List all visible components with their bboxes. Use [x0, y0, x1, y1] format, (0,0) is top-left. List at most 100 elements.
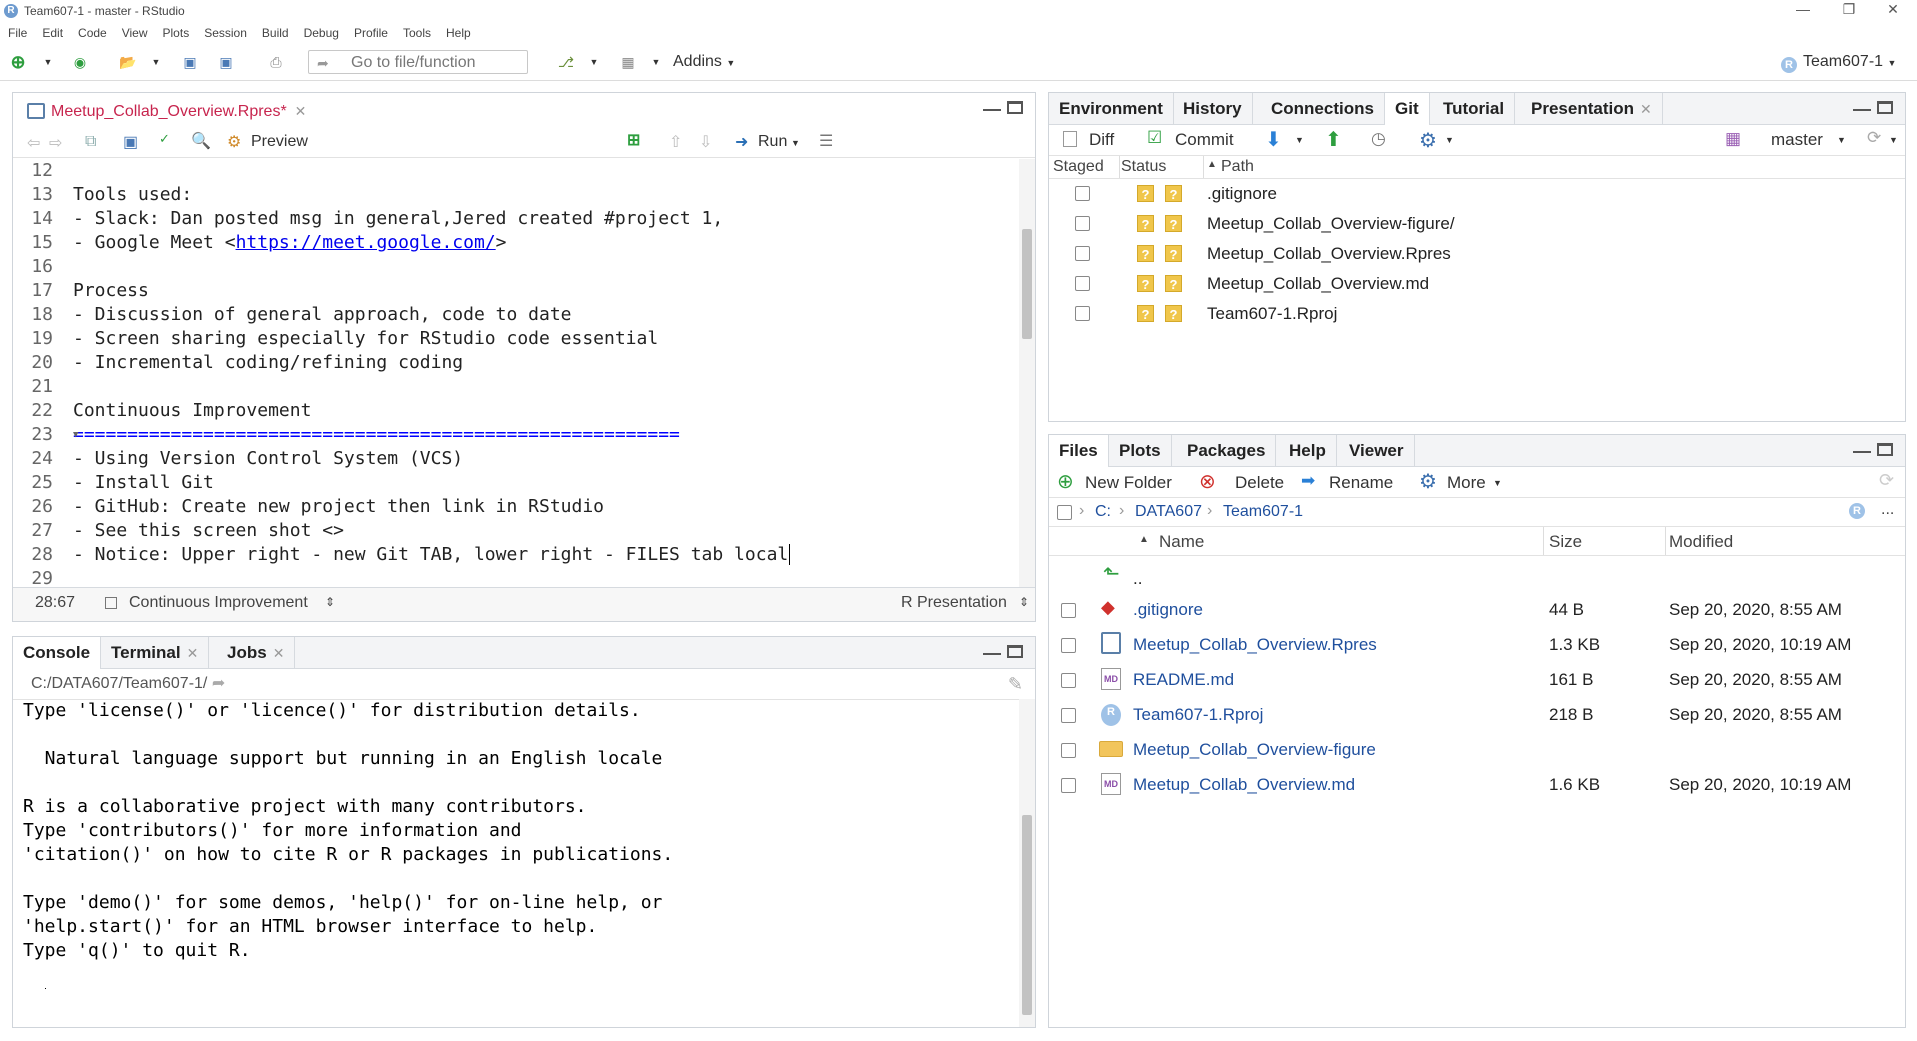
print-icon[interactable]: ⎙	[266, 53, 286, 71]
staged-header[interactable]: Staged	[1053, 158, 1104, 176]
env-minmax[interactable]	[1853, 101, 1893, 117]
menu-help[interactable]: Help	[438, 22, 478, 40]
branch-dropdown-icon[interactable]: ▼	[1837, 135, 1846, 145]
menu-tools[interactable]: Tools	[395, 22, 438, 40]
minimize-icon[interactable]	[1853, 443, 1871, 453]
file-row[interactable]: MD Meetup_Collab_Overview.md 1.6 KB Sep …	[1049, 767, 1905, 802]
run-button[interactable]: Run	[758, 133, 787, 151]
menu-file[interactable]: File	[0, 22, 34, 40]
menu-view[interactable]: View	[114, 22, 155, 40]
size-header[interactable]: Size	[1549, 532, 1582, 552]
new-project-icon[interactable]: ◉	[70, 53, 90, 71]
close-tab-icon[interactable]: ✕	[295, 103, 307, 119]
file-checkbox[interactable]	[1061, 743, 1076, 758]
editor-minmax[interactable]	[983, 101, 1023, 117]
git-file-row[interactable]: ? ? .gitignore	[1049, 179, 1905, 209]
back-icon[interactable]: ⇦	[27, 133, 40, 153]
file-checkbox[interactable]	[1061, 638, 1076, 653]
more-gear-icon[interactable]: ⚙	[1419, 469, 1437, 494]
maximize-icon[interactable]	[1877, 443, 1893, 456]
path-header[interactable]: Path	[1221, 158, 1254, 176]
delete-icon[interactable]: ⊗	[1199, 469, 1216, 494]
file-type-selector[interactable]: R Presentation	[901, 594, 1007, 612]
forward-icon[interactable]: ⇨	[49, 133, 62, 153]
new-folder-icon[interactable]: ⊕	[1057, 469, 1074, 494]
insert-chunk-icon[interactable]: ⊞	[627, 130, 640, 150]
file-checkbox[interactable]	[1061, 778, 1076, 793]
file-name[interactable]: Meetup_Collab_Overview.Rpres	[1133, 635, 1377, 655]
open-recent-dropdown-icon[interactable]: ▼	[146, 53, 166, 71]
tab-presentation[interactable]: Presentation ✕	[1521, 93, 1663, 124]
history-clock-icon[interactable]: ◷	[1371, 129, 1386, 149]
meet-link[interactable]: https://meet.google.com/	[236, 232, 496, 253]
restore-window-button[interactable]: ❐	[1834, 1, 1864, 18]
preview-icon[interactable]: ⚙	[227, 132, 241, 152]
addins-menu[interactable]: Addins ▼	[673, 53, 735, 71]
pull-dropdown-icon[interactable]: ▼	[1295, 135, 1304, 145]
file-checkbox[interactable]	[1061, 673, 1076, 688]
menu-session[interactable]: Session	[196, 22, 254, 40]
status-header[interactable]: Status	[1121, 158, 1166, 176]
open-file-icon[interactable]: 📂	[118, 53, 138, 71]
minimize-window-button[interactable]: —	[1788, 1, 1818, 17]
parent-directory-row[interactable]: ⬑ ..	[1049, 557, 1905, 592]
new-file-icon[interactable]: ⊕	[8, 53, 28, 71]
scrollbar-thumb[interactable]	[1022, 815, 1032, 1015]
select-all-checkbox[interactable]	[1057, 505, 1072, 520]
tab-help[interactable]: Help	[1279, 435, 1337, 466]
menu-build[interactable]: Build	[254, 22, 296, 40]
save-editor-icon[interactable]: ▣	[123, 132, 138, 152]
goto-dir-icon[interactable]: ➦	[212, 675, 225, 692]
git-file-row[interactable]: ? ? Meetup_Collab_Overview.md	[1049, 269, 1905, 299]
previous-chunk-icon[interactable]: ⇧	[669, 132, 682, 152]
maximize-icon[interactable]	[1007, 645, 1023, 658]
menu-debug[interactable]: Debug	[296, 22, 346, 40]
gear-dropdown-icon[interactable]: ▼	[1445, 135, 1454, 145]
tab-plots[interactable]: Plots	[1109, 435, 1172, 466]
save-all-icon[interactable]: ▣	[216, 53, 236, 71]
go-to-file-input[interactable]: ➦ Go to file/function	[308, 50, 528, 74]
rename-icon[interactable]: ➡	[1301, 471, 1315, 491]
file-name[interactable]: Team607-1.Rproj	[1133, 705, 1263, 725]
file-name[interactable]: .gitignore	[1133, 600, 1203, 620]
stage-checkbox[interactable]	[1075, 276, 1090, 291]
more-menu[interactable]: More	[1447, 473, 1486, 493]
stage-checkbox[interactable]	[1075, 216, 1090, 231]
file-name[interactable]: README.md	[1133, 670, 1234, 690]
parent-directory-label[interactable]: ..	[1133, 569, 1142, 589]
console-minmax[interactable]	[983, 645, 1023, 661]
spellcheck-icon[interactable]: ✓	[159, 131, 170, 147]
vcs-icon[interactable]: ⎇	[556, 53, 576, 71]
file-checkbox[interactable]	[1061, 603, 1076, 618]
editor-file-tab[interactable]: Meetup_Collab_Overview.Rpres* ✕	[19, 93, 314, 127]
breadcrumb-item[interactable]: C:	[1095, 503, 1111, 521]
scrollbar-thumb[interactable]	[1022, 229, 1032, 339]
file-row[interactable]: MD README.md 161 B Sep 20, 2020, 8:55 AM	[1049, 662, 1905, 697]
go-to-project-dir-icon[interactable]: R	[1849, 503, 1865, 519]
minimize-icon[interactable]	[983, 101, 1001, 111]
push-icon[interactable]: ⬆	[1325, 127, 1342, 152]
git-file-row[interactable]: ? ? Meetup_Collab_Overview-figure/	[1049, 209, 1905, 239]
find-icon[interactable]: 🔍	[191, 131, 211, 151]
vcs-dropdown-icon[interactable]: ▼	[584, 53, 604, 71]
run-icon[interactable]: ➜	[735, 132, 748, 152]
code-area[interactable]: 11 12 13Tools used: 14- Slack: Dan poste…	[13, 159, 1017, 588]
stage-checkbox[interactable]	[1075, 186, 1090, 201]
refresh-icon[interactable]: ⟳	[1867, 128, 1881, 148]
breadcrumb-item[interactable]: Team607-1	[1223, 503, 1303, 521]
show-in-window-icon[interactable]: ⧉	[85, 133, 96, 151]
name-header[interactable]: Name	[1159, 532, 1204, 552]
new-folder-button[interactable]: New Folder	[1085, 473, 1172, 493]
menu-plots[interactable]: Plots	[155, 22, 197, 40]
branch-selector[interactable]: master	[1771, 130, 1823, 150]
maximize-icon[interactable]	[1877, 101, 1893, 114]
pull-icon[interactable]: ⬇	[1265, 127, 1282, 152]
panes-dropdown-icon[interactable]: ▼	[646, 53, 666, 71]
close-presentation-icon[interactable]: ✕	[1640, 101, 1652, 117]
tab-terminal[interactable]: Terminal ✕	[101, 637, 210, 668]
menu-code[interactable]: Code	[70, 22, 114, 40]
fold-toggle-icon[interactable]: ▼	[73, 423, 78, 447]
section-selector[interactable]: Continuous Improvement	[129, 594, 308, 612]
file-type-dropdown-icon[interactable]: ⇕	[1019, 595, 1029, 609]
workspace-panes-icon[interactable]: ▦	[618, 53, 638, 71]
